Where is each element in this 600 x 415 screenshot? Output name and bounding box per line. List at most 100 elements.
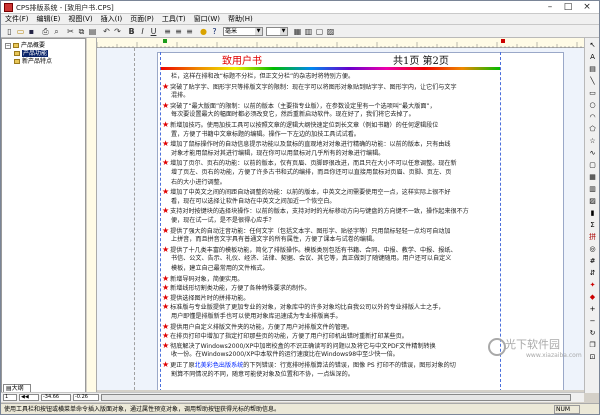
object-toolbar: ↖ A ▤ ╲ ▭ ○ ◠ ⬠ ☆ ∿ ▢ ▦ ▥ ▨ ▮ Σ 拼 ◎ # ⇵ … (584, 38, 599, 393)
tree-item-overview[interactable]: − 产品概要 (5, 42, 45, 49)
scroll-track[interactable] (101, 394, 571, 401)
menu-window[interactable]: 窗口(W) (190, 14, 224, 25)
textbox-icon[interactable]: ▤ (588, 65, 597, 74)
bulb-icon[interactable]: ● (199, 27, 208, 36)
text-line[interactable]: 混排。 (162, 91, 189, 101)
tree-item-new-features[interactable]: 新产品特点 (14, 58, 52, 65)
save-icon[interactable]: ▪ (27, 27, 36, 36)
barcode-icon[interactable]: ▥ (588, 185, 597, 194)
right-margin-marker[interactable] (501, 39, 505, 43)
text-icon[interactable]: A (588, 53, 597, 62)
align-right-icon[interactable]: ≡ (185, 27, 194, 36)
num-lock-indicator: NUM (554, 405, 580, 414)
copy-icon[interactable]: ⧉ (77, 27, 86, 36)
table-icon[interactable]: ▥ (304, 27, 313, 36)
pointer-icon[interactable]: ↖ (588, 41, 597, 50)
page-box[interactable]: 1 (3, 394, 17, 401)
chart-icon[interactable]: ▮ (588, 209, 597, 218)
text-line[interactable]: 栏，这样在排和改“标题不分栏，但正文分栏”的杂志时将特别方便。 (162, 72, 354, 82)
menu-page[interactable]: 页面(P) (126, 14, 158, 25)
bold-icon[interactable]: B (127, 27, 136, 36)
rectangle-icon[interactable]: ▭ (588, 89, 597, 98)
text-flow-icon[interactable]: ⇵ (588, 269, 597, 278)
image-icon[interactable]: ▨ (326, 27, 335, 36)
cut-icon[interactable]: ✂ (66, 27, 75, 36)
text-line[interactable]: 割算不同情况的不同，随意可能使对象及位置和不协，一点纵深的。 (162, 370, 354, 380)
toolbar: ▯ ▭ ▪ ⎙ ⌕ ✂ ⧉ ▤ ↶ ↷ B I U ≡ ≡ ≡ ● ? 毫米 ▼ … (1, 25, 599, 38)
seal-icon[interactable]: ◎ (588, 245, 597, 254)
minimize-button[interactable]: – (541, 2, 559, 13)
preview-icon[interactable]: ⌕ (52, 27, 61, 36)
text-line[interactable]: 看，现在可以选择让软件自动在中英文之间加近一个恢空白。 (162, 197, 336, 207)
page-header-title[interactable]: 致用户书 (222, 52, 262, 67)
vertical-ruler[interactable] (87, 38, 97, 393)
polygon-icon[interactable]: ⬠ (588, 125, 597, 134)
zoom-out-icon[interactable]: − (588, 317, 597, 326)
arc-icon[interactable]: ◠ (588, 113, 597, 122)
decor-icon[interactable]: ✦ (588, 281, 597, 290)
inline-link[interactable]: 北美彩色出版系统 (195, 362, 244, 369)
undo-icon[interactable]: ↶ (102, 27, 111, 36)
tree-item-features[interactable]: 产品功能 (14, 50, 49, 57)
align-center-icon[interactable]: ≡ (174, 27, 183, 36)
horizontal-ruler[interactable] (96, 38, 584, 48)
maximize-button[interactable]: □ (559, 2, 577, 13)
italic-icon[interactable]: I (138, 27, 147, 36)
text-line[interactable]: 便，现在试一试，是不是很得心应手？ (162, 216, 275, 226)
image-icon[interactable]: ▨ (588, 197, 597, 206)
font-size-combo[interactable]: ▼ (266, 27, 288, 36)
line-text: 新增加技巧。使用加技工具可以按照文章的逻辑大纲快速定位到长文章（例如书籍）的任何… (170, 122, 439, 129)
open-icon[interactable]: ▭ (16, 27, 25, 36)
table-icon[interactable]: ▦ (588, 173, 597, 182)
zoom-combo[interactable]: 毫米 ▼ (223, 27, 263, 36)
line-text: 割算不同情况的不同，随意可能使对象及位置和不协，一点纵深的。 (171, 370, 354, 378)
text-line[interactable]: 模板，建立自己最常用的文件格式。 (162, 264, 269, 274)
text-line[interactable]: ★突破了贴字字、图形字只等排版文字的限制：现在字可以将图形对象贴到贴字字、图形字… (162, 82, 457, 93)
text-line[interactable]: 上拼音，而且拼音文字具有普通文字的所有属性，方便了课本与试卷的编辑。 (162, 235, 378, 245)
rounded-rect-icon[interactable]: ▢ (588, 161, 597, 170)
menu-edit[interactable]: 编辑(E) (33, 14, 65, 25)
line-icon[interactable]: ╲ (588, 77, 597, 86)
chevron-down-icon[interactable]: ▼ (255, 28, 262, 35)
menu-insert[interactable]: 插入(I) (97, 14, 127, 25)
pinyin-icon[interactable]: 拼 (588, 233, 597, 242)
help-icon[interactable]: ? (210, 27, 219, 36)
align-left-icon[interactable]: ≡ (163, 27, 172, 36)
menu-help[interactable]: 帮助(H) (224, 14, 257, 25)
text-line[interactable]: 置，方便了书籍中文章标题的编辑。操作一下左边的加技工具试试看。 (162, 130, 360, 140)
text-line[interactable]: 对象才能用鼠标对其进行编辑，现在你可以用鼠标对几乎所有的对象进行编辑。 (162, 149, 384, 159)
collapse-toggle[interactable]: − (5, 42, 11, 49)
ellipse-icon[interactable]: ○ (588, 101, 597, 110)
menu-file[interactable]: 文件(F) (1, 14, 33, 25)
text-line[interactable]: 增了页左、页右的功能，方便了许多古书和式的编排，而且你还可以直接用鼠标对页眉、页… (162, 168, 451, 178)
curve-icon[interactable]: ∿ (588, 149, 597, 158)
menu-view[interactable]: 视图(V) (64, 14, 96, 25)
text-line[interactable]: 右的大小进行调整。 (162, 178, 226, 188)
shape-icon[interactable]: ◆ (588, 293, 597, 302)
page-header-number[interactable]: 共1页 第2页 (393, 52, 449, 67)
grid-icon[interactable]: ▦ (293, 27, 302, 36)
formula-icon[interactable]: Σ (588, 221, 597, 230)
text-line[interactable]: 每次要设置最大的幅面时都必须改变它，然后重新启动软件。现在好了，我们将它去掉了。 (162, 110, 415, 120)
page-number-icon[interactable]: # (588, 257, 597, 266)
star-icon[interactable]: ☆ (588, 137, 597, 146)
chevron-down-icon[interactable]: ▼ (280, 28, 287, 35)
menu-tools[interactable]: 工具(T) (158, 14, 190, 25)
redo-icon[interactable]: ↷ (113, 27, 122, 36)
close-button[interactable]: × (578, 2, 596, 13)
frame-icon[interactable]: ▢ (315, 27, 324, 36)
new-icon[interactable]: ▯ (5, 27, 14, 36)
prev-page-button[interactable]: ◀◀ (19, 394, 39, 401)
rotate-icon[interactable]: ↻ (588, 329, 597, 338)
text-line[interactable]: 收一份。在Windows2000/XP中本软件的运行速度比在Windows98中… (162, 350, 399, 360)
text-line[interactable]: 用户即懂是排版新手也可以使用对象库迅速成为专业排版高手。 (162, 312, 342, 322)
underline-icon[interactable]: U (149, 27, 158, 36)
horizontal-scrollbar[interactable]: 1 ◀◀ -34.66 -0.26 (1, 392, 584, 402)
print-icon[interactable]: ⎙ (41, 27, 50, 36)
layer-icon[interactable]: ❐ (588, 341, 597, 350)
lock-icon[interactable]: ⊡ (588, 353, 597, 362)
text-line[interactable]: 书信、公文、告示、礼仪、经济、法律、契据、会议、其它等，真正做到了随键随用。用户… (162, 254, 451, 264)
zoom-in-icon[interactable]: + (588, 305, 597, 314)
paste-icon[interactable]: ▤ (88, 27, 97, 36)
left-margin-marker[interactable] (163, 39, 167, 43)
